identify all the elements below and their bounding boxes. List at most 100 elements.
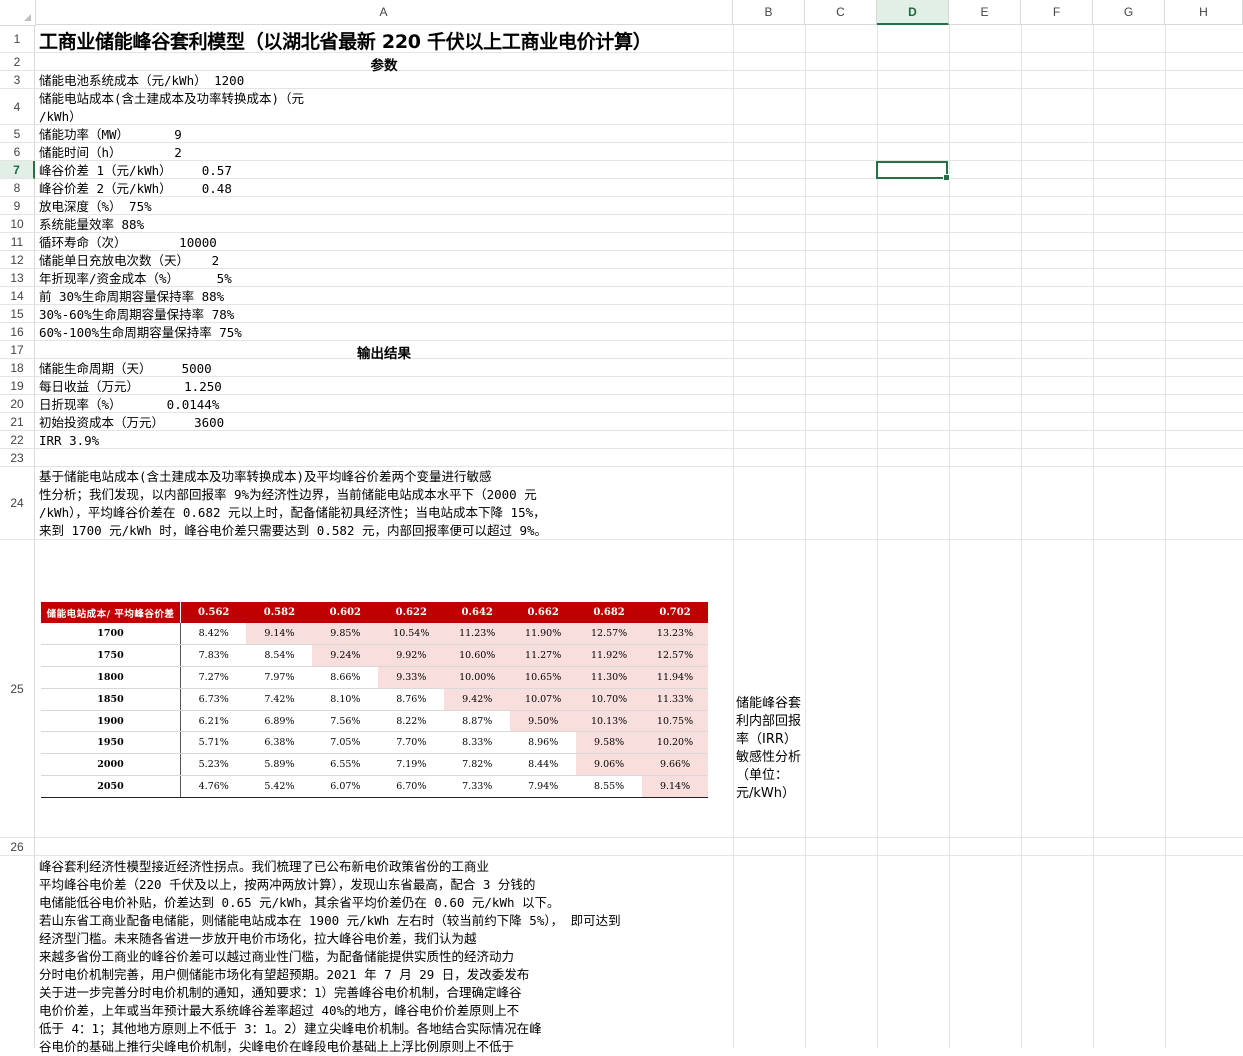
table-cell: 13.23% (642, 623, 708, 645)
row-header-26[interactable]: 26 (0, 838, 35, 856)
table-row-label: 1850 (41, 688, 181, 711)
param-cell[interactable]: 循环寿命（次） 10000 (39, 234, 217, 252)
row-header-24[interactable]: 24 (0, 467, 35, 540)
row-header-18[interactable]: 18 (0, 359, 35, 377)
table-cell: 9.50% (510, 710, 577, 733)
param-cell[interactable]: /kWh） (39, 108, 82, 126)
param-cell[interactable]: 系统能量效率 88% (39, 216, 144, 234)
gridline-h (35, 142, 1243, 143)
table-row: 1700 8.42% 9.14% 9.85% 10.54% 11.23% 11.90% 12.… (41, 623, 708, 645)
row-header-21[interactable]: 21 (0, 413, 35, 431)
table-cell: 5.71% (180, 731, 247, 755)
param-cell[interactable]: 30%-60%生命周期容量保持率 78% (39, 306, 234, 324)
param-cell[interactable]: 前 30%生命周期容量保持率 88% (39, 288, 224, 306)
row-header-6[interactable]: 6 (0, 143, 35, 161)
table-cell: 11.90% (510, 623, 577, 645)
column-header-b[interactable]: B (733, 0, 805, 25)
param-cell[interactable]: 年折现率/资金成本（%） 5% (39, 270, 232, 288)
table-header-cell: 0.662 (510, 602, 577, 623)
row-header-2[interactable]: 2 (0, 53, 35, 71)
row-header-10[interactable]: 10 (0, 215, 35, 233)
param-cell[interactable]: 60%-100%生命周期容量保持率 75% (39, 324, 242, 342)
row-header-13[interactable]: 13 (0, 269, 35, 287)
row-header-8[interactable]: 8 (0, 179, 35, 197)
table-cell: 5.89% (246, 753, 313, 777)
params-header[interactable]: 参数 (35, 54, 733, 74)
column-header-d[interactable]: D (877, 0, 949, 25)
table-cell: 7.27% (180, 666, 247, 689)
table-row: 1950 5.71% 6.38% 7.05% 7.70% 8.33% 8.96% 9.58% 1… (41, 731, 708, 755)
param-cell[interactable]: 峰谷价差 2（元/kWh） 0.48 (39, 180, 232, 198)
table-cell: 9.58% (576, 731, 643, 755)
table-cell: 9.06% (576, 753, 643, 777)
param-cell[interactable]: 储能功率（MW） 9 (39, 126, 182, 144)
sheet-title[interactable]: 工商业储能峰谷套利模型（以湖北省最新 220 千伏以上工商业电价计算） (39, 27, 652, 54)
table-cell: 11.94% (642, 666, 708, 689)
column-header-c[interactable]: C (805, 0, 877, 25)
select-all-corner[interactable] (0, 0, 36, 26)
param-cell[interactable]: 储能电站成本(含土建成本及功率转换成本)（元 (39, 90, 304, 108)
output-cell[interactable]: 每日收益（万元） 1.250 (39, 378, 222, 396)
sensitivity-table-image[interactable]: 储能电站成本/ 平均峰谷价差 0.562 0.582 0.602 0.622 0.642 0… (41, 602, 708, 799)
table-cell: 8.44% (510, 753, 577, 777)
table-cell: 6.07% (312, 775, 379, 799)
column-header-f[interactable]: F (1021, 0, 1093, 25)
table-row: 2050 4.76% 5.42% 6.07% 6.70% 7.33% 7.94% 8.55% 9… (41, 775, 708, 799)
row-header-14[interactable]: 14 (0, 287, 35, 305)
table-cell: 7.05% (312, 731, 379, 755)
output-cell[interactable]: 日折现率（%） 0.0144% (39, 396, 219, 414)
param-cell[interactable]: 储能电池系统成本（元/kWh） 1200 (39, 72, 244, 90)
row24-analysis-text[interactable]: 基于储能电站成本(含土建成本及功率转换成本)及平均峰谷价差两个变量进行敏感 性分… (39, 468, 547, 540)
column-header-g[interactable]: G (1093, 0, 1165, 25)
row-header-4[interactable]: 4 (0, 89, 35, 125)
row-header-9[interactable]: 9 (0, 197, 35, 215)
row-header-27[interactable] (0, 856, 35, 1048)
table-cell: 6.73% (180, 688, 247, 711)
column-header-e[interactable]: E (949, 0, 1021, 25)
table-cell: 10.65% (510, 666, 577, 689)
output-cell[interactable]: 储能生命周期（天） 5000 (39, 360, 212, 378)
table-row-label: 2050 (41, 775, 181, 799)
sensitivity-table: 储能电站成本/ 平均峰谷价差 0.562 0.582 0.602 0.622 0.642 0… (41, 602, 708, 799)
table-cell: 9.14% (642, 775, 708, 799)
table-cell: 10.20% (642, 731, 708, 755)
row-header-20[interactable]: 20 (0, 395, 35, 413)
row-header-17[interactable]: 17 (0, 341, 35, 359)
table-cell: 8.10% (312, 688, 379, 711)
row-header-22[interactable]: 22 (0, 431, 35, 449)
column-header-a[interactable]: A (35, 0, 733, 25)
row-header-16[interactable]: 16 (0, 323, 35, 341)
sensitivity-caption[interactable]: 储能峰谷套利内部回报率（IRR）敏感性分析（单位：元/kWh） (736, 695, 802, 803)
param-cell[interactable]: 峰谷价差 1（元/kWh） 0.57 (39, 162, 232, 180)
param-cell[interactable]: 放电深度（%） 75% (39, 198, 152, 216)
row-header-11[interactable]: 11 (0, 233, 35, 251)
row-header-1[interactable]: 1 (0, 25, 35, 53)
output-header[interactable]: 输出结果 (35, 342, 733, 362)
table-row-label: 2000 (41, 753, 181, 777)
row-header-12[interactable]: 12 (0, 251, 35, 269)
param-cell[interactable]: 储能时间（h） 2 (39, 144, 182, 162)
gridline-h (35, 466, 1243, 467)
output-cell[interactable]: IRR 3.9% (39, 432, 99, 450)
table-cell: 10.13% (576, 710, 643, 733)
row-header-15[interactable]: 15 (0, 305, 35, 323)
table-row-label: 1700 (41, 623, 181, 645)
row-header-3[interactable]: 3 (0, 71, 35, 89)
row-header-23[interactable]: 23 (0, 449, 35, 467)
column-header-h[interactable]: H (1165, 0, 1243, 25)
output-cell[interactable]: 初始投资成本（万元） 3600 (39, 414, 224, 432)
table-row: 2000 5.23% 5.89% 6.55% 7.19% 7.82% 8.44% 9.06% 9… (41, 753, 708, 777)
table-cell: 6.70% (378, 775, 445, 799)
bottom-analysis-text[interactable]: 峰谷套利经济性模型接近经济性拐点。我们梳理了已公布新电价政策省份的工商业 平均峰… (39, 858, 621, 1056)
param-cell[interactable]: 储能单日充放电次数（天） 2 (39, 252, 219, 270)
row-header-5[interactable]: 5 (0, 125, 35, 143)
table-cell: 11.92% (576, 644, 643, 667)
table-cell: 8.42% (180, 623, 247, 645)
active-cell-selection[interactable] (876, 161, 950, 181)
table-cell: 4.76% (180, 775, 247, 799)
row-header-25[interactable]: 25 (0, 540, 35, 838)
row-header-7[interactable]: 7 (0, 161, 35, 179)
table-row: 1800 7.27% 7.97% 8.66% 9.33% 10.00% 10.65% 11.3… (41, 666, 708, 689)
table-row-label: 1800 (41, 666, 181, 689)
row-header-19[interactable]: 19 (0, 377, 35, 395)
